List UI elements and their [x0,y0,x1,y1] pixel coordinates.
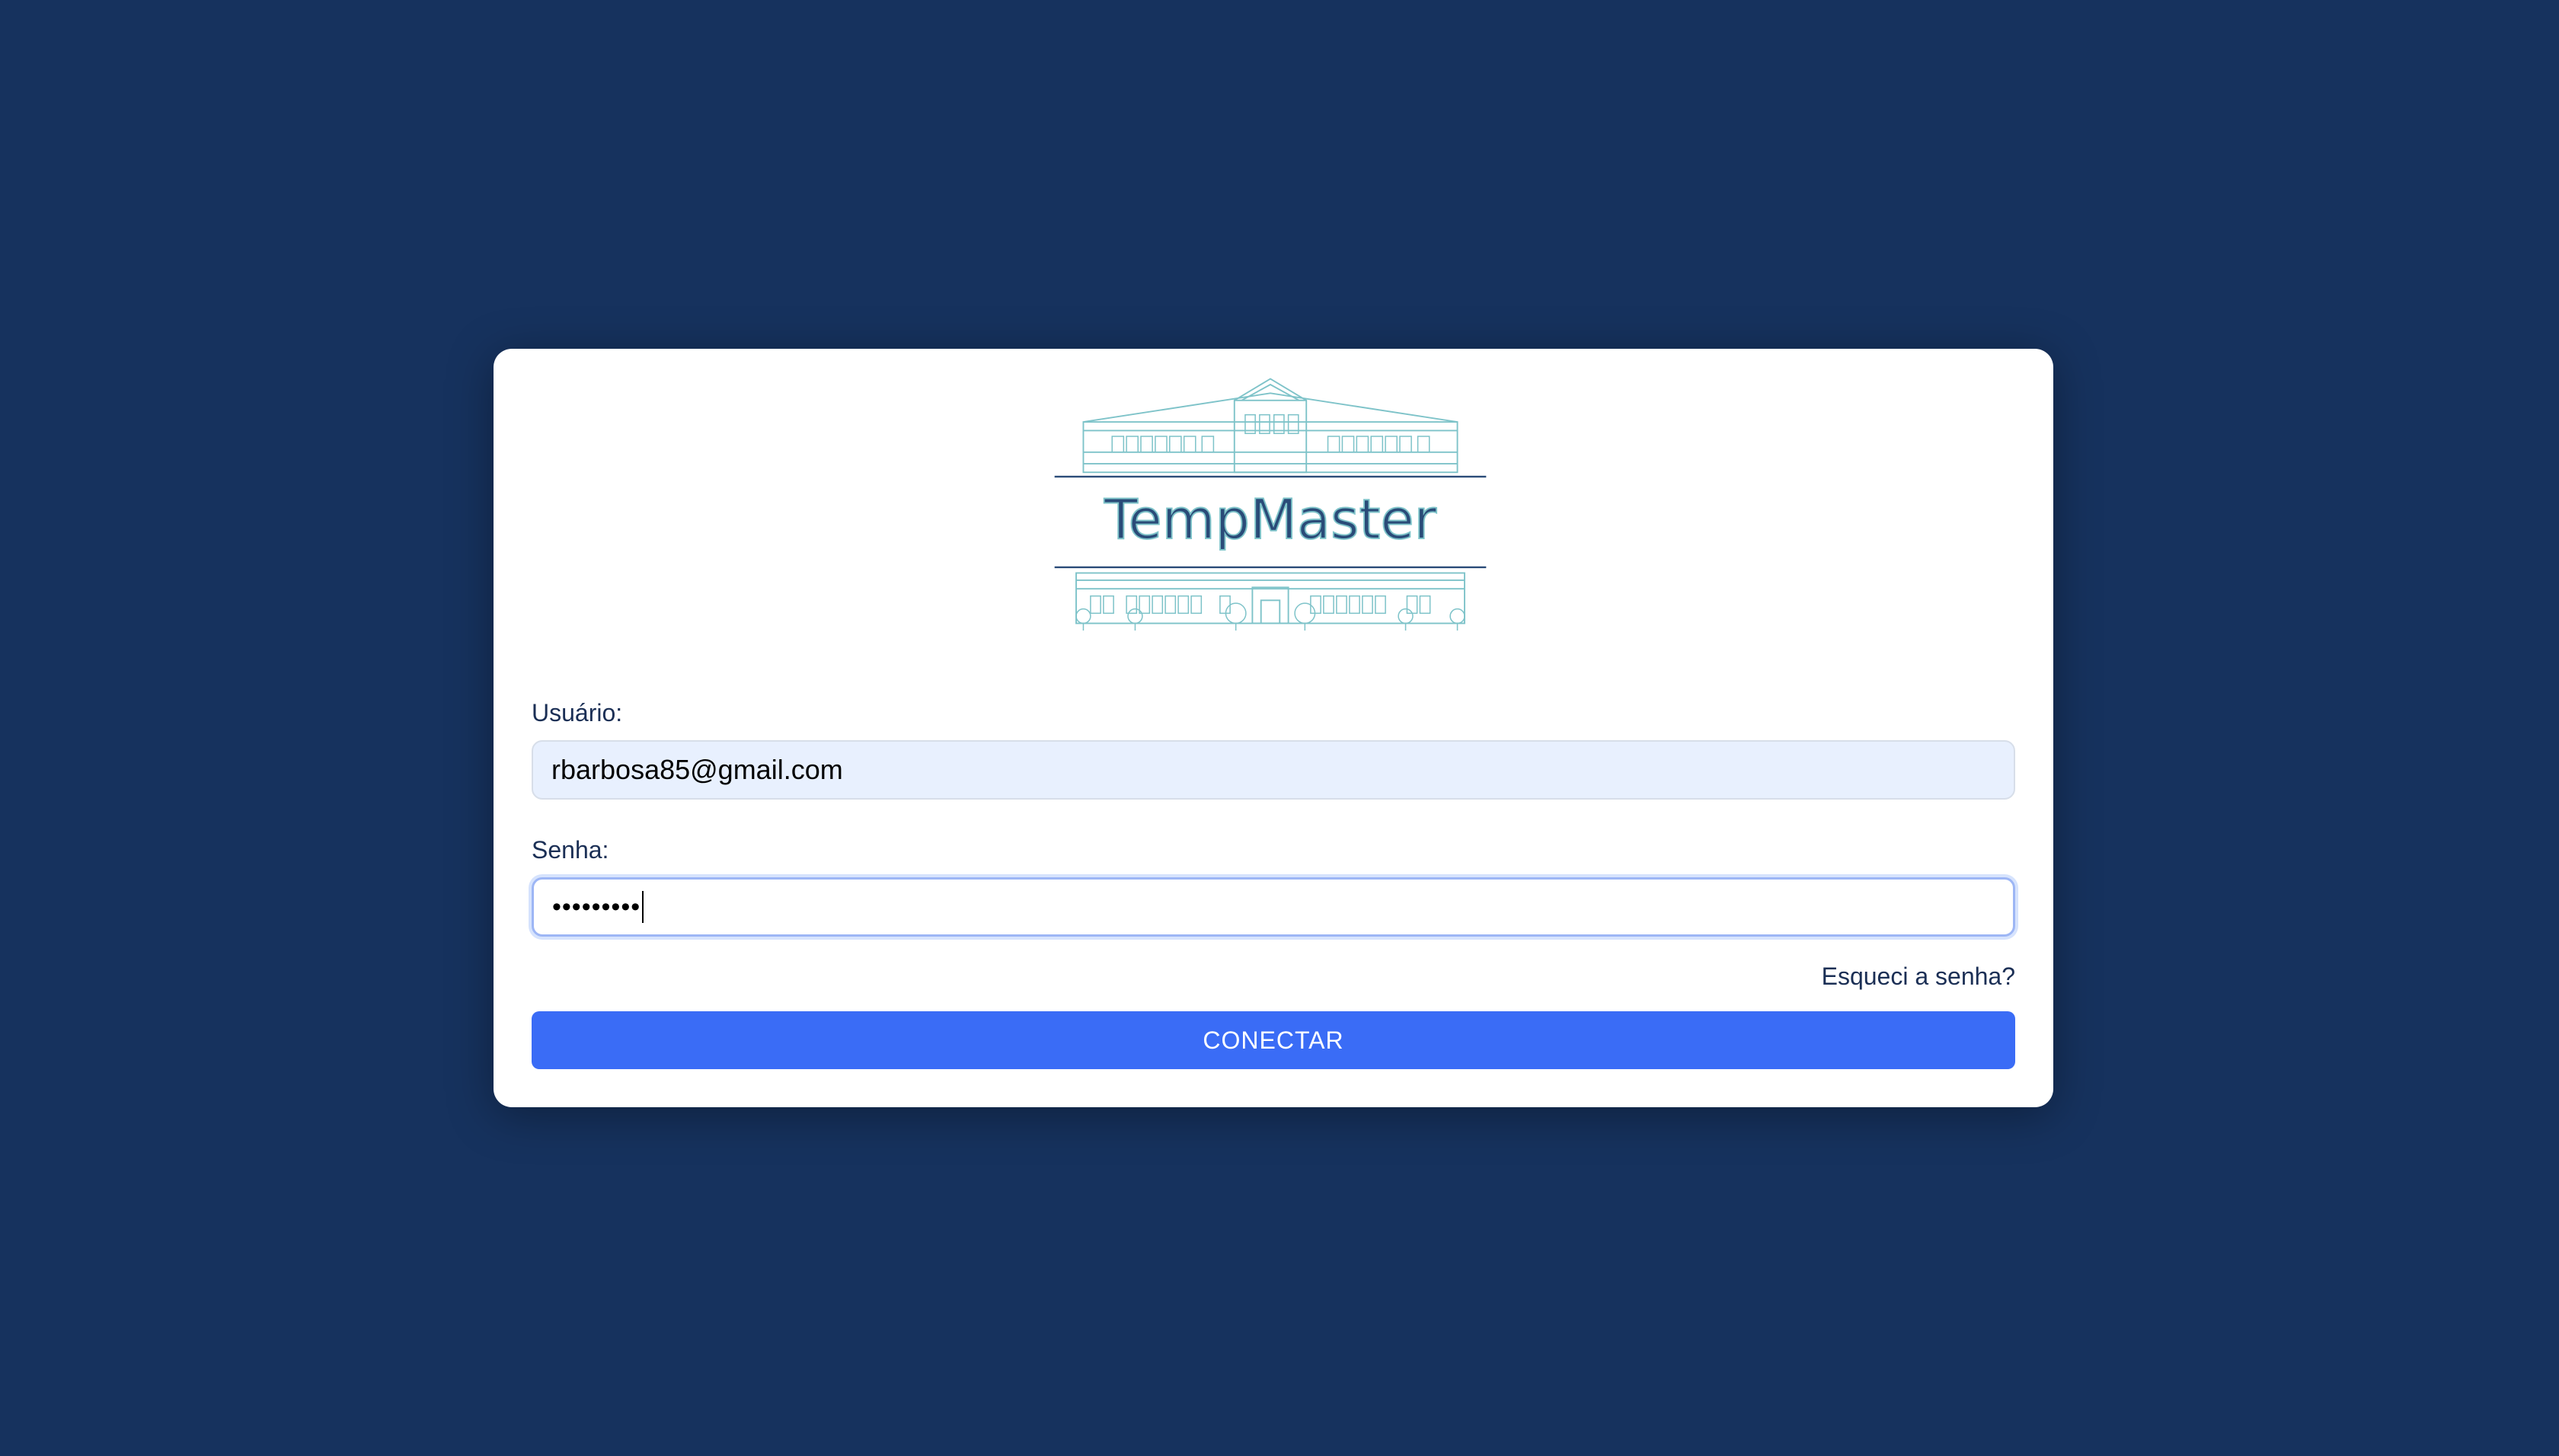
text-caret [642,891,644,923]
forgot-password-link[interactable]: Esqueci a senha? [1822,963,2015,991]
tempmaster-logo: TempMaster [1042,372,1499,631]
logo-text: TempMaster [1104,487,1437,551]
user-label: Usuário: [532,699,623,726]
password-input[interactable]: ••••••••• [532,877,2015,937]
login-card: TempMaster Usuário: rbarbosa85@gmail.com… [494,349,2053,1107]
connect-button[interactable]: CONECTAR [532,1011,2015,1069]
password-input-value: ••••••••• [552,892,641,921]
user-input[interactable]: rbarbosa85@gmail.com [532,740,2015,800]
password-label: Senha: [532,836,609,864]
user-input-value: rbarbosa85@gmail.com [551,754,843,785]
